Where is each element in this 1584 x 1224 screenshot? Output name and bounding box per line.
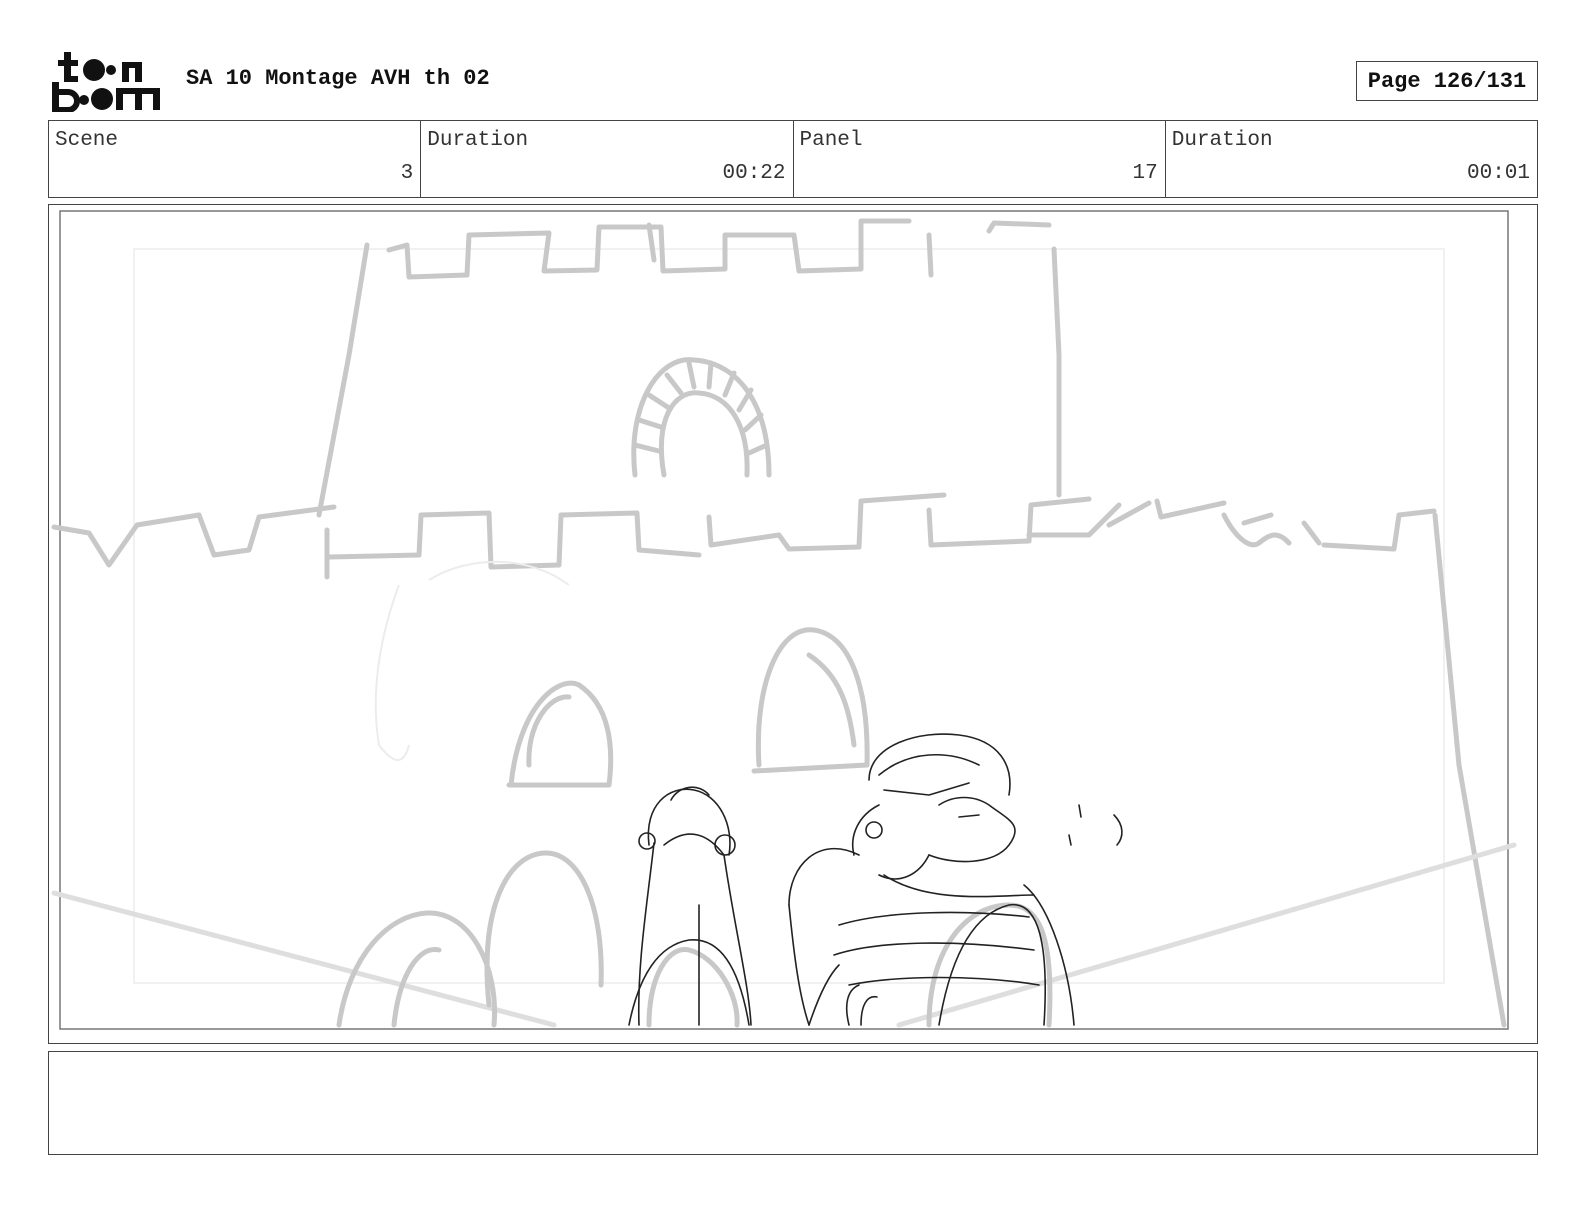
toon-boom-logo: [49, 50, 164, 113]
panel-label: Panel: [799, 129, 863, 152]
storyboard-title: SA 10 Montage AVH th 02: [186, 66, 490, 91]
panel-duration-value: 00:01: [1466, 162, 1530, 185]
panel-value: 17: [1132, 162, 1158, 185]
panel-image-frame: [48, 204, 1538, 1044]
scene-label: Scene: [55, 129, 119, 152]
panel-info-table: Scene 3 Duration 00:22 Panel 17 Duration…: [48, 120, 1538, 198]
panel-cell: Panel 17: [794, 121, 1166, 197]
castle-sketch-image: [51, 210, 1517, 1030]
panel-notes-area[interactable]: [48, 1051, 1538, 1155]
panel-duration-cell: Duration 00:01: [1166, 121, 1537, 197]
page-indicator: Page 126/131: [1356, 61, 1538, 101]
scene-cell: Scene 3: [49, 121, 422, 197]
scene-value: 3: [400, 162, 414, 185]
scene-duration-cell: Duration 00:22: [421, 121, 794, 197]
panel-duration-label: Duration: [1171, 129, 1273, 152]
scene-duration-label: Duration: [427, 129, 529, 152]
scene-duration-value: 00:22: [722, 162, 786, 185]
